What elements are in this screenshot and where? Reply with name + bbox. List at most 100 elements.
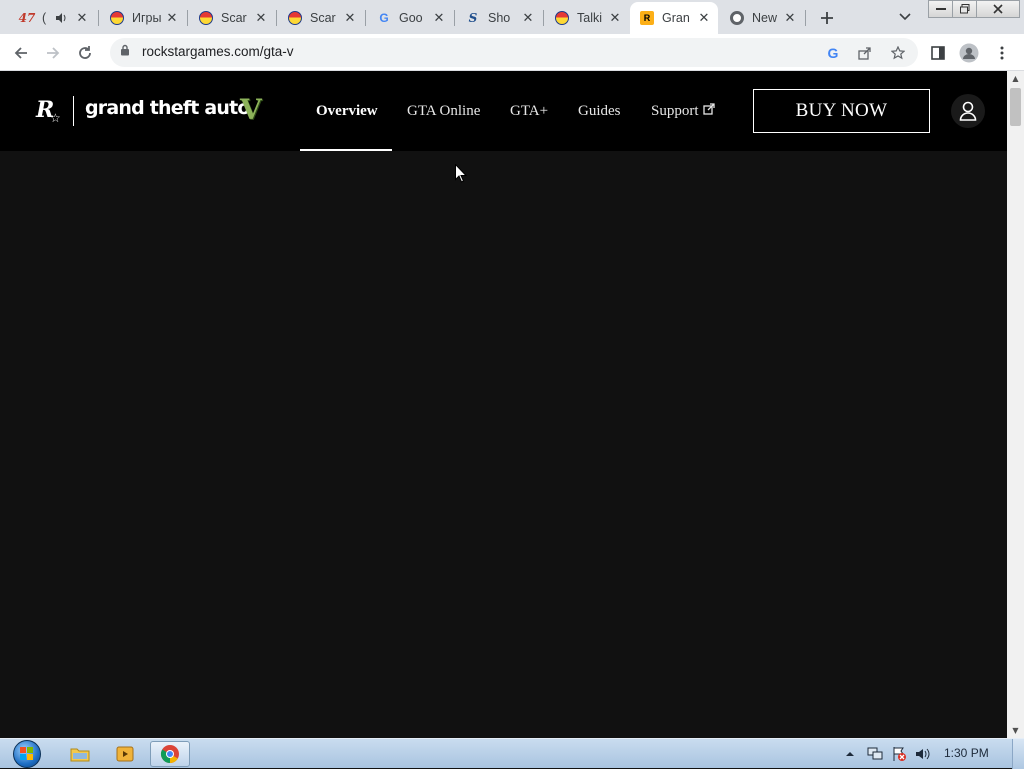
browser-tab-7[interactable]: Talki ✕ <box>545 4 629 32</box>
chrome-icon <box>729 10 745 26</box>
media-player-icon <box>116 746 134 762</box>
account-button[interactable] <box>951 94 985 128</box>
tab-divider <box>543 10 544 26</box>
tab-title: Talki <box>577 11 603 25</box>
taskbar-media-player[interactable] <box>105 741 145 767</box>
chevron-down-icon <box>899 13 911 21</box>
minimize-window-button[interactable] <box>928 0 954 18</box>
browser-tab-active[interactable]: R Gran ✕ <box>630 2 718 34</box>
close-tab-icon[interactable]: ✕ <box>520 10 536 26</box>
tab-divider <box>276 10 277 26</box>
side-panel-button[interactable] <box>925 40 951 66</box>
rockstar-icon: R <box>639 10 655 26</box>
logo-divider <box>73 96 74 126</box>
number-47-icon: 47 <box>18 11 36 25</box>
browser-menu-button[interactable] <box>989 40 1015 66</box>
tab-title: Sho <box>488 11 511 25</box>
nav-support-label: Support <box>651 103 699 119</box>
gta-logo-text: grand theft auto <box>85 97 250 119</box>
tab-search-button[interactable] <box>894 6 916 28</box>
nav-gta-plus[interactable]: GTA+ <box>510 103 548 120</box>
taskbar-chrome[interactable] <box>150 741 190 767</box>
close-tab-icon[interactable]: ✕ <box>431 10 447 26</box>
tray-action-center-icon[interactable] <box>890 745 908 763</box>
forward-button[interactable] <box>40 40 66 66</box>
new-tab-button[interactable] <box>815 6 839 30</box>
arrow-right-icon <box>47 47 60 59</box>
tab-divider <box>187 10 188 26</box>
close-tab-icon[interactable]: ✕ <box>74 10 90 26</box>
arrow-left-icon <box>14 47 27 59</box>
restore-icon <box>960 4 970 14</box>
google-icon: G <box>379 11 389 25</box>
nav-guides[interactable]: Guides <box>578 103 621 120</box>
address-bar[interactable]: rockstargames.com/gta-v G <box>110 38 918 67</box>
close-tab-icon[interactable]: ✕ <box>782 10 798 26</box>
nav-gta-online[interactable]: GTA Online <box>407 103 480 120</box>
web-page: R ☆ grand theft auto V Overview GTA Onli… <box>0 71 1007 738</box>
browser-tab-2[interactable]: Игры ✕ <box>100 4 186 32</box>
back-button[interactable] <box>8 40 34 66</box>
reload-button[interactable] <box>72 40 98 66</box>
tray-volume-icon[interactable] <box>914 745 932 763</box>
tab-title: Goo <box>399 11 423 25</box>
tray-network-icon[interactable] <box>866 745 884 763</box>
browser-tab-1[interactable]: 47 ( ✕ <box>10 4 96 32</box>
speaker-icon[interactable] <box>53 10 69 26</box>
side-panel-icon <box>931 46 945 60</box>
close-tab-icon[interactable]: ✕ <box>253 10 269 26</box>
taskbar-explorer[interactable] <box>60 741 100 767</box>
google-translate-icon[interactable]: G <box>823 43 843 63</box>
scrollbar-thumb[interactable] <box>1010 88 1021 126</box>
windows-logo-icon <box>13 740 41 768</box>
mouse-cursor-icon <box>455 163 468 187</box>
buy-now-button[interactable]: BUY NOW <box>753 89 930 133</box>
close-window-button[interactable] <box>976 0 1020 18</box>
rockstar-star-icon: ☆ <box>50 111 61 125</box>
scroll-up-arrow-icon[interactable]: ▲ <box>1007 71 1024 86</box>
close-tab-icon[interactable]: ✕ <box>164 10 180 26</box>
tab-title: Scar <box>310 11 336 25</box>
profile-avatar-icon <box>959 43 979 63</box>
kebab-menu-icon <box>1000 46 1004 60</box>
browser-tab-4[interactable]: Scar ✕ <box>278 4 364 32</box>
url-text: rockstargames.com/gta-v <box>142 44 294 59</box>
lock-icon[interactable] <box>120 44 130 59</box>
tab-title: Игры <box>132 11 161 25</box>
multicolor-ball-icon <box>109 10 125 26</box>
page-scrollbar[interactable]: ▲ ▼ <box>1007 71 1024 738</box>
user-icon <box>959 101 977 121</box>
close-tab-icon[interactable]: ✕ <box>607 10 623 26</box>
browser-tab-5[interactable]: G Goo ✕ <box>367 4 453 32</box>
nav-overview[interactable]: Overview <box>316 103 378 120</box>
show-desktop-button[interactable] <box>1012 739 1024 769</box>
s-logo-icon: S <box>468 11 478 25</box>
tab-divider <box>98 10 99 26</box>
minimize-icon <box>936 8 946 10</box>
multicolor-ball-icon <box>198 10 214 26</box>
reload-icon <box>79 46 91 59</box>
nav-support[interactable]: Support <box>651 103 715 120</box>
bookmark-star-icon[interactable] <box>888 43 908 63</box>
close-tab-icon[interactable]: ✕ <box>696 10 712 26</box>
start-button[interactable] <box>9 739 45 769</box>
close-tab-icon[interactable]: ✕ <box>342 10 358 26</box>
active-nav-indicator <box>300 149 392 151</box>
browser-tab-3[interactable]: Scar ✕ <box>189 4 275 32</box>
profile-button[interactable] <box>956 40 982 66</box>
browser-tab-strip: 47 ( ✕ Игры ✕ Scar ✕ Scar ✕ G Goo ✕ S Sh… <box>0 0 1024 34</box>
browser-tab-9[interactable]: New ✕ <box>720 4 804 32</box>
tray-overflow-icon[interactable] <box>844 745 856 763</box>
restore-window-button[interactable] <box>952 0 978 18</box>
tab-title: Gran <box>662 11 690 25</box>
share-icon[interactable] <box>855 43 875 63</box>
chrome-icon <box>160 745 179 763</box>
tab-divider <box>454 10 455 26</box>
browser-tab-6[interactable]: S Sho ✕ <box>456 4 542 32</box>
tab-title: ( <box>42 11 47 25</box>
taskbar-clock[interactable]: 1:30 PM <box>944 746 989 760</box>
windows-taskbar: 1:30 PM <box>0 738 1024 769</box>
external-link-icon <box>702 103 715 119</box>
gta-v-numeral: V <box>240 93 262 126</box>
scroll-down-arrow-icon[interactable]: ▼ <box>1007 723 1024 738</box>
